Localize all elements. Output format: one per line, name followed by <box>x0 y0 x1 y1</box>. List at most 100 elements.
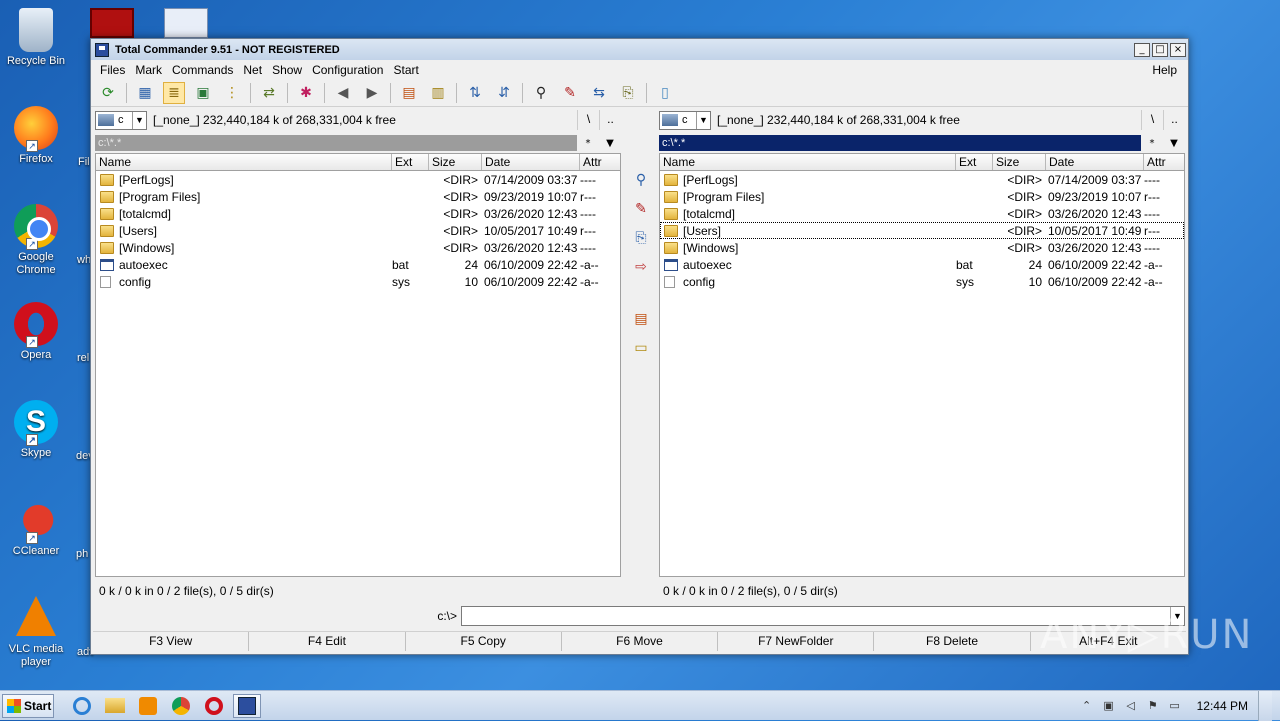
search-icon[interactable]: ⚲ <box>530 82 552 104</box>
word-desktop-icon[interactable] <box>164 8 208 38</box>
taskbar-clock[interactable]: 12:44 PM <box>1197 699 1248 713</box>
ie-taskbar-button[interactable] <box>68 694 96 718</box>
network-icon[interactable]: ▣ <box>1101 698 1117 714</box>
right-root-button[interactable]: \ <box>1141 110 1163 130</box>
left-history-button[interactable]: * <box>577 138 599 149</box>
invert-selection-icon[interactable]: ⇄ <box>258 82 280 104</box>
close-button[interactable]: × <box>1170 42 1186 57</box>
multi-rename-icon[interactable]: ✎ <box>559 82 581 104</box>
pack-icon[interactable]: ▤ <box>398 82 420 104</box>
new-folder-icon[interactable]: ▭ <box>630 337 652 359</box>
full-view-icon[interactable]: ≣ <box>163 81 185 104</box>
url-icon[interactable]: ⇵ <box>493 82 515 104</box>
left-col-ext[interactable]: Ext <box>392 154 429 170</box>
acrobat-desktop-icon[interactable] <box>90 8 134 38</box>
f6-move-button[interactable]: F6 Move <box>562 632 719 651</box>
right-col-name[interactable]: Name <box>660 154 956 170</box>
right-path[interactable]: c:\*.* <box>659 135 1141 151</box>
file-row[interactable]: config sys 10 06/10/2009 22:42 -a-- <box>660 273 1184 290</box>
right-col-size[interactable]: Size <box>993 154 1046 170</box>
total-commander-taskbar-button[interactable] <box>233 693 261 718</box>
recycle-bin-desktop-icon[interactable]: Recycle Bin <box>4 8 68 68</box>
right-file-list[interactable]: [PerfLogs] <DIR> 07/14/2009 03:37 ---- [Pro… <box>659 171 1185 577</box>
action-center-icon[interactable]: ▭ <box>1167 698 1183 714</box>
f5-copy-button[interactable]: F5 Copy <box>406 632 562 651</box>
sync-dirs-icon[interactable]: ⇆ <box>588 82 610 104</box>
file-row[interactable]: autoexec bat 24 06/10/2009 22:42 -a-- <box>96 256 620 273</box>
minimize-button[interactable]: _ <box>1134 42 1150 57</box>
menu-mark[interactable]: Mark <box>130 63 167 77</box>
menu-help[interactable]: Help <box>1147 63 1182 77</box>
file-row[interactable]: [Program Files] <DIR> 09/23/2019 10:07 r--- <box>660 188 1184 205</box>
notepad-icon[interactable]: ▯ <box>654 82 676 104</box>
menu-configuration[interactable]: Configuration <box>307 63 388 77</box>
file-row[interactable]: [totalcmd] <DIR> 03/26/2020 12:43 ---- <box>96 205 620 222</box>
show-desktop-button[interactable] <box>1258 690 1272 721</box>
left-col-size[interactable]: Size <box>429 154 482 170</box>
right-col-date[interactable]: Date <box>1046 154 1144 170</box>
explorer-taskbar-button[interactable] <box>101 694 129 718</box>
menu-start[interactable]: Start <box>388 63 423 77</box>
copy-names-icon[interactable]: ⎘ <box>617 82 639 104</box>
opera-taskbar-button[interactable] <box>200 694 228 718</box>
left-up-button[interactable]: .. <box>599 110 621 130</box>
file-row[interactable]: config sys 10 06/10/2009 22:42 -a-- <box>96 273 620 290</box>
refresh-icon[interactable]: ⟳ <box>97 82 119 104</box>
maximize-button[interactable]: □ <box>1152 42 1168 57</box>
chrome-desktop-icon[interactable]: ↗ Google Chrome <box>4 204 68 277</box>
vlc-desktop-icon[interactable]: VLC media player <box>4 596 68 669</box>
edit-icon[interactable]: ✎ <box>630 198 652 220</box>
f8-delete-button[interactable]: F8 Delete <box>874 632 1031 651</box>
left-col-date[interactable]: Date <box>482 154 580 170</box>
opera-desktop-icon[interactable]: ↗ Opera <box>4 302 68 362</box>
right-col-ext[interactable]: Ext <box>956 154 993 170</box>
file-row-focused[interactable]: [Users] <DIR> 10/05/2017 10:49 r--- <box>660 222 1184 239</box>
file-row[interactable]: [Windows] <DIR> 03/26/2020 12:43 ---- <box>660 239 1184 256</box>
chevron-up-icon[interactable]: ⌃ <box>1079 698 1095 714</box>
file-row[interactable]: autoexec bat 24 06/10/2009 22:42 -a-- <box>660 256 1184 273</box>
left-col-name[interactable]: Name <box>96 154 392 170</box>
f4-edit-button[interactable]: F4 Edit <box>249 632 406 651</box>
tree-view-icon[interactable]: ⋮ <box>221 82 243 104</box>
menu-files[interactable]: Files <box>95 63 130 77</box>
ftp-icon[interactable]: ⇅ <box>464 82 486 104</box>
title-bar[interactable]: Total Commander 9.51 - NOT REGISTERED _ … <box>91 39 1188 60</box>
left-file-list[interactable]: [PerfLogs] <DIR> 07/14/2009 03:37 ---- [Pro… <box>95 171 621 577</box>
menu-net[interactable]: Net <box>238 63 267 77</box>
move-icon[interactable]: ⇨ <box>630 256 652 278</box>
chrome-taskbar-button[interactable] <box>167 694 195 718</box>
menu-commands[interactable]: Commands <box>167 63 238 77</box>
file-row[interactable]: [totalcmd] <DIR> 03/26/2020 12:43 ---- <box>660 205 1184 222</box>
f7-newfolder-button[interactable]: F7 NewFolder <box>718 632 875 651</box>
skype-desktop-icon[interactable]: S ↗ Skype <box>4 400 68 460</box>
right-hotlist-button[interactable]: ▼ <box>1163 138 1185 149</box>
start-button[interactable]: Start <box>2 693 54 718</box>
left-col-attr[interactable]: Attr <box>580 154 620 170</box>
view-icon[interactable]: ⚲ <box>630 169 652 191</box>
copy-icon[interactable]: ⎘ <box>630 227 652 249</box>
brief-view-icon[interactable]: ▦ <box>134 82 156 104</box>
ccleaner-desktop-icon[interactable]: ↗ CCleaner <box>4 498 68 558</box>
file-row[interactable]: [Program Files] <DIR> 09/23/2019 10:07 r--- <box>96 188 620 205</box>
select-icon[interactable]: ✱ <box>295 82 317 104</box>
file-row[interactable]: [PerfLogs] <DIR> 07/14/2009 03:37 ---- <box>660 171 1184 188</box>
right-up-button[interactable]: .. <box>1163 110 1185 130</box>
media-player-taskbar-button[interactable] <box>134 694 162 718</box>
forward-icon[interactable]: ▶ <box>361 82 383 104</box>
unpack-icon[interactable]: ▥ <box>427 82 449 104</box>
thumbnail-view-icon[interactable]: ▣ <box>192 82 214 104</box>
file-row[interactable]: [Windows] <DIR> 03/26/2020 12:43 ---- <box>96 239 620 256</box>
left-root-button[interactable]: \ <box>577 110 599 130</box>
menu-show[interactable]: Show <box>267 63 307 77</box>
left-hotlist-button[interactable]: ▼ <box>599 138 621 149</box>
speaker-icon[interactable]: ◁ <box>1123 698 1139 714</box>
f3-view-button[interactable]: F3 View <box>93 632 250 651</box>
back-icon[interactable]: ◀ <box>332 82 354 104</box>
file-row[interactable]: [PerfLogs] <DIR> 07/14/2009 03:37 ---- <box>96 171 620 188</box>
firefox-desktop-icon[interactable]: ↗ Firefox <box>4 106 68 166</box>
pack-files-icon[interactable]: ▤ <box>630 308 652 330</box>
left-drive-select[interactable]: c ▼ <box>95 110 147 130</box>
right-history-button[interactable]: * <box>1141 138 1163 149</box>
right-drive-select[interactable]: c ▼ <box>659 110 711 130</box>
left-path[interactable]: c:\*.* <box>95 135 577 151</box>
